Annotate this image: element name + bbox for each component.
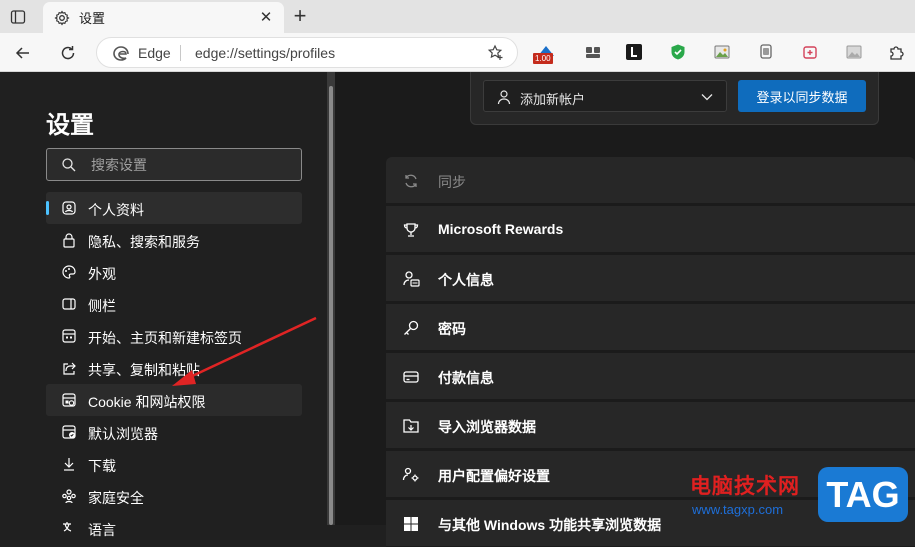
- settings-row-sync[interactable]: 同步: [386, 157, 915, 204]
- add-favorite-icon[interactable]: [487, 44, 505, 62]
- sidebar-item-appearance[interactable]: 外观: [46, 256, 302, 288]
- sidebar-item-label: 外观: [88, 266, 116, 282]
- row-label: 用户配置偏好设置: [438, 468, 550, 484]
- settings-row-rewards[interactable]: Microsoft Rewards: [386, 206, 915, 253]
- address-brand: Edge: [138, 45, 171, 61]
- person-card-icon: [402, 270, 420, 288]
- row-label: 个人信息: [438, 272, 494, 288]
- sidebar-item-default-browser[interactable]: 默认浏览器: [46, 416, 302, 448]
- collections-icon[interactable]: [755, 41, 777, 63]
- active-indicator: [46, 201, 49, 215]
- sidebar-icon: [60, 295, 77, 312]
- windows-icon: [402, 515, 420, 533]
- person-icon: [496, 89, 512, 105]
- tab-actions-icon[interactable]: [6, 6, 30, 28]
- add-account-label: 添加新帐户: [520, 92, 586, 107]
- settings-row-personal-info[interactable]: 个人信息: [386, 255, 915, 302]
- search-icon: [61, 157, 77, 173]
- row-label: 与其他 Windows 功能共享浏览数据: [438, 517, 662, 533]
- refresh-icon[interactable]: [55, 40, 81, 66]
- profile-icon: [60, 199, 77, 216]
- image-icon[interactable]: [711, 41, 733, 63]
- lock-icon: [60, 231, 77, 248]
- row-label: 导入浏览器数据: [438, 419, 536, 435]
- sidebar-item-sidebar[interactable]: 侧栏: [46, 288, 302, 320]
- extension-grid-icon[interactable]: [582, 41, 604, 63]
- sidebar-item-label: 个人资料: [88, 202, 144, 218]
- address-bar[interactable]: Edge edge://settings/profiles: [96, 37, 518, 68]
- sign-in-sync-button[interactable]: 登录以同步数据: [738, 80, 866, 112]
- trophy-icon: [402, 221, 420, 239]
- tab-settings[interactable]: 设置 ✕: [43, 2, 284, 33]
- sidebar-item-cookies[interactable]: Cookie 和网站权限: [46, 384, 302, 416]
- sidebar-item-label: 隐私、搜索和服务: [88, 234, 200, 250]
- key-icon: [402, 319, 420, 337]
- sidebar-item-label: 侧栏: [88, 298, 116, 314]
- gear-icon: [53, 9, 71, 27]
- people-settings-icon: [402, 466, 420, 484]
- sidebar-item-downloads[interactable]: 下载: [46, 448, 302, 480]
- watermark-text: 电脑技术网: [690, 475, 800, 498]
- family-icon: [60, 487, 77, 504]
- search-input[interactable]: [91, 156, 291, 174]
- sidebar-item-family[interactable]: 家庭安全: [46, 480, 302, 512]
- address-url[interactable]: edge://settings/profiles: [195, 45, 335, 61]
- card-icon: [402, 368, 420, 386]
- shield-icon[interactable]: [667, 41, 689, 63]
- sidebar-item-privacy[interactable]: 隐私、搜索和服务: [46, 224, 302, 256]
- browser-toolbar: Edge edge://settings/profiles: [0, 33, 915, 72]
- tab-title: 设置: [79, 11, 106, 26]
- watermark-url: www.tagxp.com: [692, 502, 784, 517]
- sidebar-item-label: 开始、主页和新建标签页: [88, 330, 242, 346]
- row-label: Microsoft Rewards: [438, 221, 564, 237]
- settings-row-payment[interactable]: 付款信息: [386, 353, 915, 400]
- sidebar-item-label: 下载: [88, 458, 116, 474]
- edge-logo-icon: [112, 44, 130, 62]
- cookie-icon: [60, 391, 77, 408]
- search-box[interactable]: [46, 148, 302, 181]
- sidebar-item-label: 共享、复制和粘贴: [88, 362, 200, 378]
- palette-icon: [60, 263, 77, 280]
- extensions-puzzle-icon[interactable]: [886, 41, 908, 63]
- row-label: 密码: [438, 321, 466, 337]
- new-tab-button[interactable]: +: [289, 5, 311, 27]
- tab-strip: 设置 ✕ +: [0, 0, 915, 33]
- sidebar-item-language[interactable]: 语言: [46, 512, 302, 544]
- share-icon: [60, 359, 77, 376]
- sidebar-item-profiles[interactable]: 个人资料: [46, 192, 302, 224]
- add-account-dropdown[interactable]: 添加新帐户: [483, 80, 727, 112]
- sidebar-item-label: 家庭安全: [88, 490, 144, 506]
- settings-row-import[interactable]: 导入浏览器数据: [386, 402, 915, 449]
- sync-icon: [402, 172, 420, 190]
- home-tab-icon: [60, 327, 77, 344]
- browser-icon: [60, 423, 77, 440]
- page-title: 设置: [46, 112, 94, 139]
- sidebar-scroll-thumb[interactable]: [329, 86, 333, 525]
- address-divider: [180, 45, 181, 61]
- sidebar-item-label: 语言: [88, 522, 116, 538]
- sidebar-item-label: 默认浏览器: [88, 426, 158, 442]
- sidebar-item-start-home[interactable]: 开始、主页和新建标签页: [46, 320, 302, 352]
- settings-sidebar: 设置 个人资料 隐私、搜索和服务 外观 侧栏 开始、主页和新建标签页 共享、复制…: [0, 72, 335, 538]
- download-icon: [60, 455, 77, 472]
- sidebar-item-label: Cookie 和网站权限: [88, 394, 206, 410]
- extension-l-icon[interactable]: [623, 41, 645, 63]
- row-label: 付款信息: [438, 370, 494, 386]
- sidebar-item-share[interactable]: 共享、复制和粘贴: [46, 352, 302, 384]
- import-icon: [402, 417, 420, 435]
- settings-row-passwords[interactable]: 密码: [386, 304, 915, 351]
- language-icon: [60, 519, 77, 536]
- back-icon[interactable]: [10, 40, 36, 66]
- capture-icon[interactable]: [799, 41, 821, 63]
- picture-icon[interactable]: [843, 41, 865, 63]
- close-icon[interactable]: ✕: [258, 9, 274, 26]
- extension-badge: 1.00: [533, 53, 553, 64]
- chevron-down-icon: [700, 90, 714, 104]
- watermark-logo: TAG: [818, 467, 908, 522]
- row-label: 同步: [438, 174, 466, 190]
